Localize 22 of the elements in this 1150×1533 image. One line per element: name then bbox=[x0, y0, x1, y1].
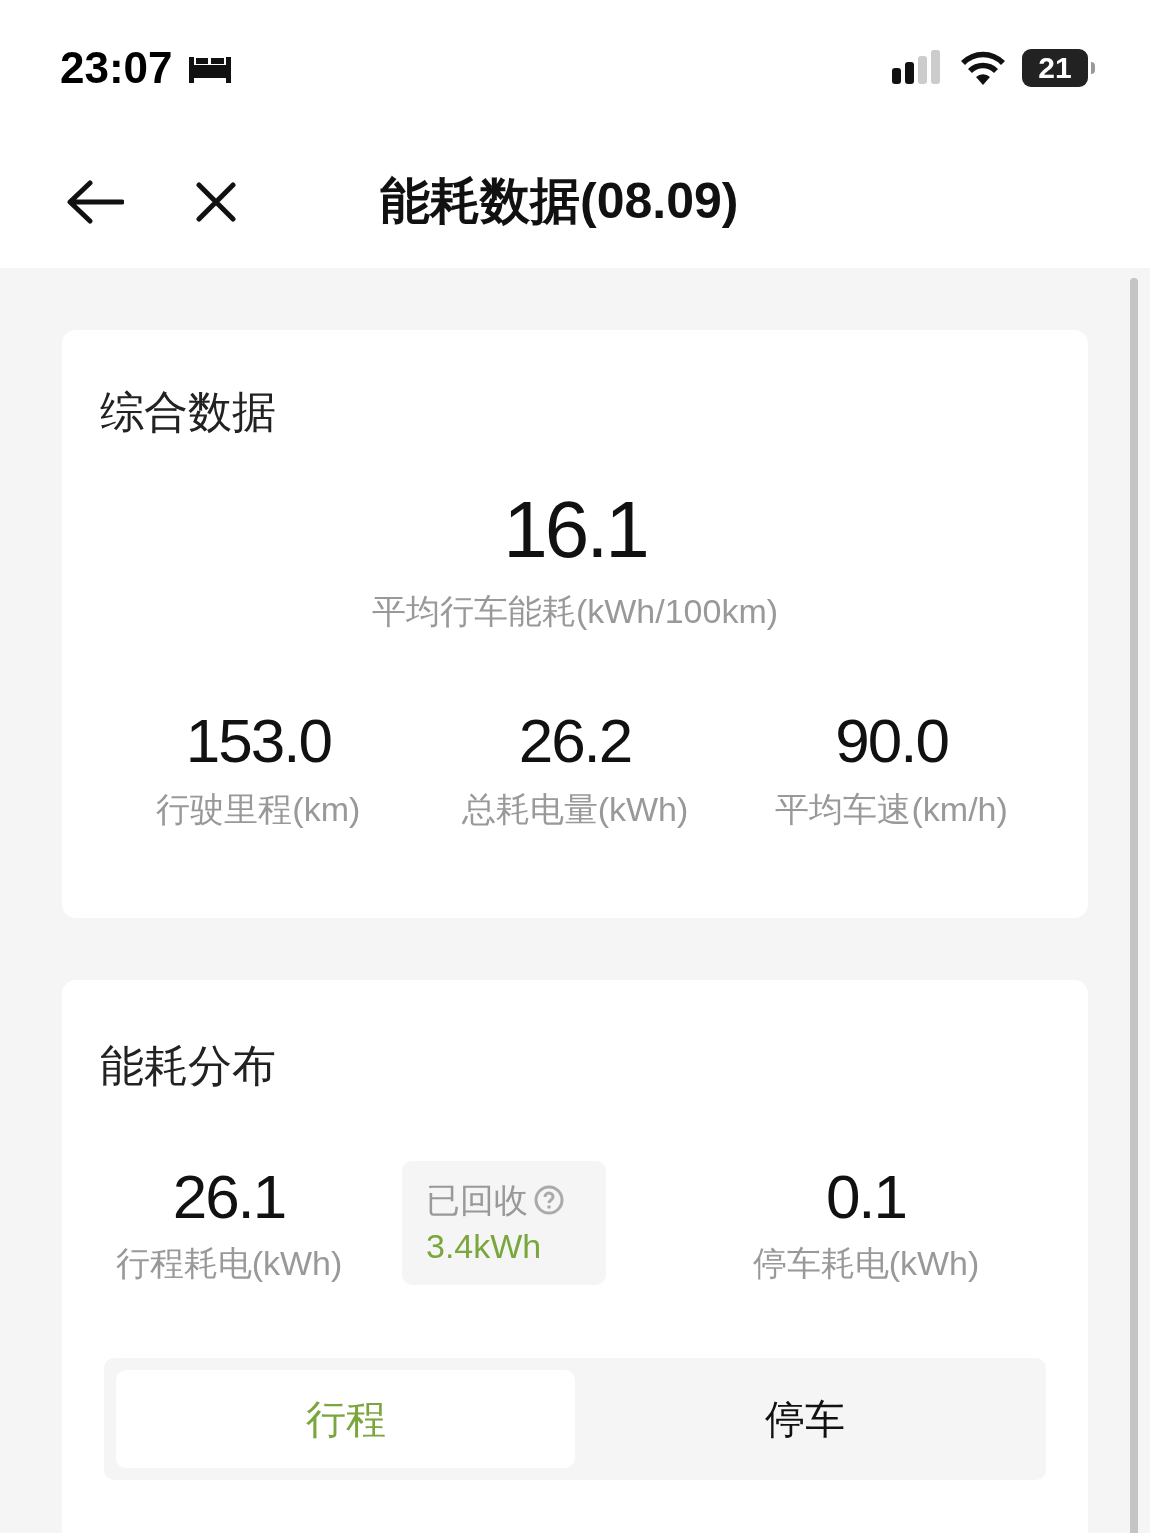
stat-value: 26.2 bbox=[518, 710, 632, 772]
page-title: 能耗数据(08.09) bbox=[380, 172, 739, 231]
stat-label: 行驶里程(km) bbox=[156, 792, 361, 826]
trip-consumption-value: 26.1 bbox=[172, 1166, 286, 1228]
trip-consumption-label: 行程耗电(kWh) bbox=[115, 1246, 343, 1280]
section-title: 能耗分布 bbox=[100, 1044, 277, 1088]
wifi-icon bbox=[960, 50, 1006, 85]
recovered-label: 已回收 bbox=[426, 1183, 528, 1217]
battery-indicator: 21 bbox=[1022, 48, 1088, 87]
recovered-value: 3.4kWh bbox=[426, 1229, 543, 1263]
stat-label: 平均车速(km/h) bbox=[775, 792, 1008, 826]
parking-consumption-value: 0.1 bbox=[825, 1166, 907, 1228]
status-time: 23:07 bbox=[60, 41, 173, 94]
stat-label: 总耗电量(kWh) bbox=[461, 792, 689, 826]
stat-value: 153.0 bbox=[185, 710, 331, 772]
stat-value: 90.0 bbox=[835, 710, 948, 772]
average-consumption-label: 平均行车能耗(kWh/100km) bbox=[371, 594, 779, 628]
close-button[interactable] bbox=[194, 179, 238, 224]
parking-consumption-label: 停车耗电(kWh) bbox=[752, 1246, 980, 1280]
average-consumption-value: 16.1 bbox=[503, 490, 647, 570]
segment-tab[interactable]: 停车 bbox=[575, 1370, 1034, 1468]
section-title: 综合数据 bbox=[100, 390, 277, 434]
